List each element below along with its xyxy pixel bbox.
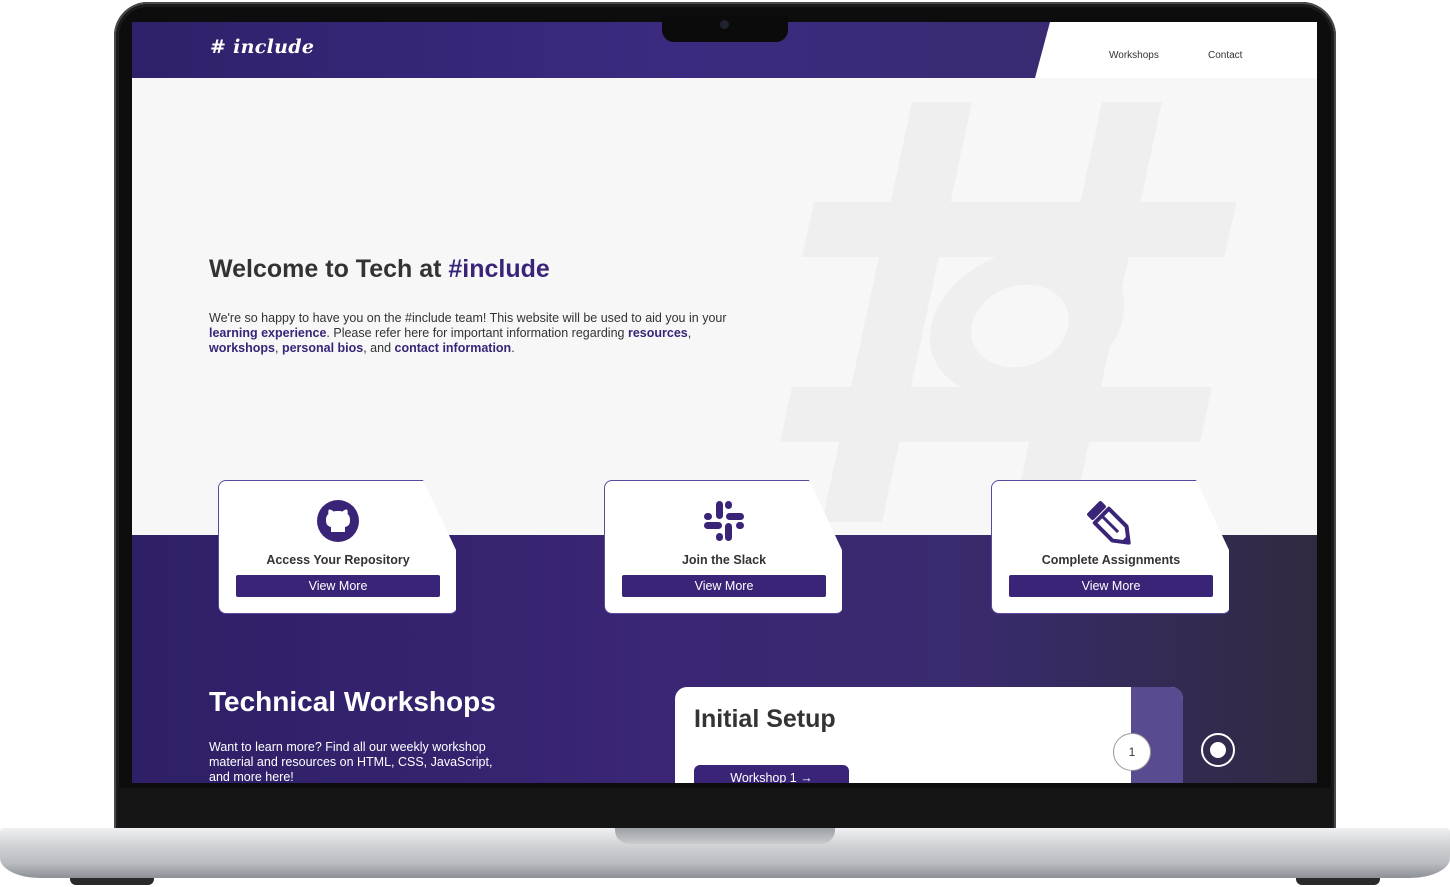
workshop-card: Initial Setup Workshop 1 →: [675, 687, 1183, 783]
hero-text-part: , and: [363, 341, 395, 355]
workshops-title: Technical Workshops: [209, 686, 496, 717]
link-contact-information[interactable]: contact information: [395, 341, 512, 355]
github-icon: [219, 499, 456, 543]
hero-text-part: ,: [687, 326, 692, 340]
view-more-button[interactable]: View More: [622, 575, 826, 597]
view-more-button[interactable]: View More: [236, 575, 440, 597]
nav-link-workshops[interactable]: Workshops: [1109, 50, 1159, 61]
laptop-foot-left: [70, 878, 154, 885]
workshop-card-title: Initial Setup: [694, 705, 836, 733]
website-screen: # include Workshops Contact Welcome to T…: [132, 22, 1317, 783]
view-more-button[interactable]: View More: [1009, 575, 1213, 597]
card-title: Complete Assignments: [1041, 553, 1181, 567]
hero-text-part: ,: [275, 341, 282, 355]
card-repository: Access Your Repository View More: [218, 480, 456, 614]
nav-link-contact[interactable]: Contact: [1208, 50, 1242, 61]
hero-description: We're so happy to have you on the #inclu…: [209, 311, 729, 356]
laptop-foot-right: [1296, 878, 1380, 885]
card-title: Join the Slack: [681, 553, 767, 567]
hero-title: Welcome to Tech at #include: [209, 255, 550, 284]
link-workshops[interactable]: workshops: [209, 341, 275, 355]
slack-icon: [605, 499, 842, 543]
workshops-description: Want to learn more? Find all our weekly …: [209, 740, 493, 783]
radio-dot-icon: [1210, 742, 1226, 758]
link-personal-bios[interactable]: personal bios: [282, 341, 363, 355]
card-title: Access Your Repository: [266, 553, 410, 567]
laptop-base-notch: [615, 828, 835, 844]
card-slack: Join the Slack View More: [604, 480, 842, 614]
hero-text-part: .: [511, 341, 515, 355]
hero-title-prefix: Welcome to Tech at: [209, 255, 449, 283]
card-assignments: Complete Assignments View More: [991, 480, 1229, 614]
workshop-number-badge[interactable]: 1: [1113, 733, 1151, 771]
link-learning-experience[interactable]: learning experience: [209, 326, 326, 340]
link-resources[interactable]: resources: [628, 326, 688, 340]
camera-icon: [720, 20, 729, 29]
hero-text-part: . Please refer here for important inform…: [326, 326, 628, 340]
hash-watermark-icon: [780, 102, 1237, 522]
carousel-selector-radio[interactable]: [1201, 733, 1235, 767]
workshop-1-button[interactable]: Workshop 1 →: [694, 765, 849, 783]
hero-title-accent: #include: [448, 255, 550, 283]
laptop-chin: [118, 788, 1332, 828]
hero-text-part: We're so happy to have you on the #inclu…: [209, 311, 727, 325]
logo[interactable]: # include: [210, 36, 314, 58]
pencil-icon: [992, 499, 1229, 545]
